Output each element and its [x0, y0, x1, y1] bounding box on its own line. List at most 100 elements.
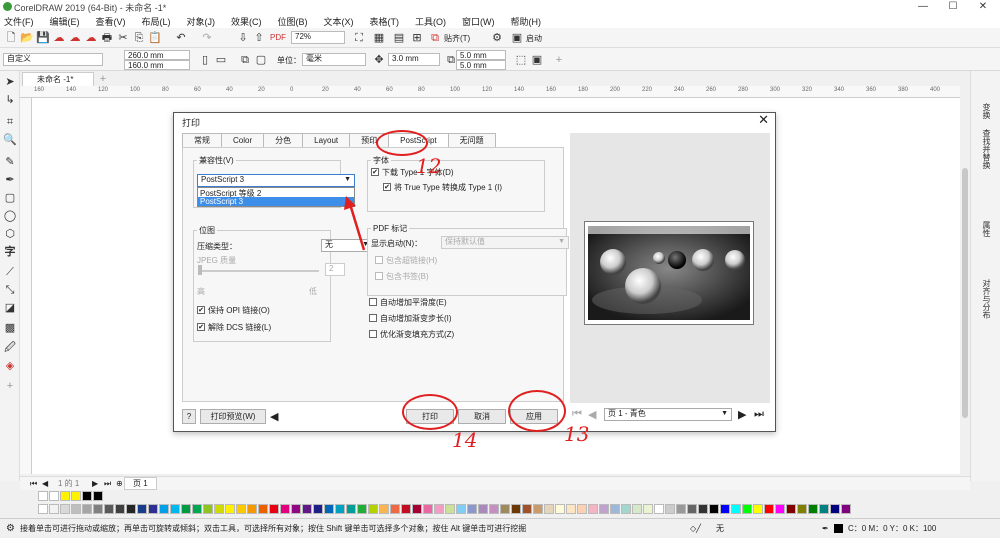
color-swatch[interactable] [368, 504, 378, 514]
color-swatch[interactable] [324, 504, 334, 514]
print-icon[interactable]: 🖶 [100, 31, 114, 45]
landscape-icon[interactable]: ▭ [214, 53, 228, 67]
color-swatch[interactable] [456, 504, 466, 514]
first-page-icon[interactable]: ⏮ [572, 408, 582, 421]
artistic-media-icon[interactable]: ✒ [3, 173, 17, 187]
auto-flatness-checkbox[interactable] [369, 298, 377, 306]
color-swatch[interactable] [566, 504, 576, 514]
color-swatch[interactable] [38, 504, 48, 514]
preview-page-select[interactable]: 页 1 - 青色 ▼ [604, 408, 732, 421]
color-swatch[interactable] [533, 504, 543, 514]
docker-tab-find-replace[interactable]: 查找并替换 [981, 129, 992, 169]
transparency-icon[interactable]: ▩ [3, 321, 17, 335]
color-swatch[interactable] [555, 504, 565, 514]
color-swatch[interactable] [104, 504, 114, 514]
menu-layout[interactable]: 布局(L) [142, 15, 171, 28]
menu-effects[interactable]: 效果(C) [231, 15, 262, 28]
color-swatch[interactable] [643, 504, 653, 514]
include-hyperlinks-checkbox[interactable] [375, 256, 383, 264]
color-swatch[interactable] [808, 504, 818, 514]
rulers-icon[interactable]: ▦ [372, 31, 386, 45]
color-swatch[interactable] [841, 504, 851, 514]
color-swatch[interactable] [214, 504, 224, 514]
color-swatch[interactable] [544, 504, 554, 514]
add-tool-icon[interactable]: + [3, 379, 17, 393]
color-swatch[interactable] [71, 504, 81, 514]
color-swatch[interactable] [753, 504, 763, 514]
zoom-tool-icon[interactable]: 🔍 [3, 133, 17, 147]
drop-shadow-icon[interactable]: ◪ [3, 301, 17, 315]
color-swatch[interactable] [489, 504, 499, 514]
launch-icon[interactable]: ▣ [510, 31, 524, 45]
shape-tool-icon[interactable]: ↳ [3, 93, 17, 107]
minimize-button[interactable]: — [908, 0, 938, 14]
ellipse-tool-icon[interactable]: ◯ [3, 209, 17, 223]
color-swatch[interactable] [478, 504, 488, 514]
color-swatch[interactable] [786, 504, 796, 514]
color-swatch[interactable] [82, 504, 92, 514]
color-swatch[interactable] [819, 504, 829, 514]
color-swatch[interactable] [181, 504, 191, 514]
rectangle-tool-icon[interactable]: ▢ [3, 191, 17, 205]
page-width-field[interactable]: 260.0 mm [124, 50, 190, 60]
auto-fountain-checkbox[interactable] [369, 314, 377, 322]
color-swatch[interactable] [335, 504, 345, 514]
menu-bitmaps[interactable]: 位图(B) [278, 15, 308, 28]
color-swatch[interactable] [236, 504, 246, 514]
color-swatch[interactable] [269, 504, 279, 514]
export-icon[interactable]: ⇧ [252, 31, 266, 45]
first-page-icon[interactable]: ⏮ [30, 477, 37, 491]
color-swatch[interactable] [445, 504, 455, 514]
current-page-icon[interactable]: ▢ [254, 53, 268, 67]
download-type1-checkbox[interactable]: ✔ [371, 168, 379, 176]
page-preset-select[interactable]: 自定义 [3, 53, 103, 66]
color-swatch[interactable] [632, 504, 642, 514]
save-icon[interactable]: 💾 [36, 31, 50, 45]
cloud-icon[interactable]: ☁ [52, 31, 66, 45]
snap-options-icon[interactable]: ▣ [530, 53, 544, 67]
cloud-download-icon[interactable]: ☁ [84, 31, 98, 45]
page-tab[interactable]: 页 1 [124, 477, 157, 490]
eyedropper-icon[interactable]: 🖉 [3, 341, 17, 355]
pdf-icon[interactable]: PDF [270, 31, 286, 45]
color-swatch[interactable] [676, 504, 686, 514]
dialog-close-button[interactable]: ✕ [758, 113, 769, 127]
help-button[interactable]: ? [182, 409, 196, 424]
vertical-scrollbar[interactable] [960, 98, 970, 474]
color-swatch[interactable] [203, 504, 213, 514]
maximize-button[interactable]: ☐ [938, 0, 968, 14]
grid-icon[interactable]: ▤ [392, 31, 406, 45]
color-swatch[interactable] [423, 504, 433, 514]
color-swatch[interactable] [126, 504, 136, 514]
tab-issues[interactable]: 无问题 [447, 133, 496, 147]
include-bookmarks-checkbox[interactable] [375, 272, 383, 280]
menu-text[interactable]: 文本(X) [324, 15, 354, 28]
nudge-distance-field[interactable]: 3.0 mm [388, 53, 440, 66]
color-swatch[interactable] [610, 504, 620, 514]
color-swatch[interactable] [60, 504, 70, 514]
full-screen-icon[interactable]: ⛶ [352, 31, 366, 45]
add-icon[interactable]: + [552, 53, 566, 67]
color-swatch[interactable] [280, 504, 290, 514]
color-swatch[interactable] [830, 504, 840, 514]
interactive-fill-icon[interactable]: ◈ [3, 359, 17, 373]
color-swatch[interactable] [170, 504, 180, 514]
quality-slider-thumb[interactable] [198, 265, 202, 275]
last-page-icon[interactable]: ⏭ [754, 408, 764, 421]
color-swatch[interactable] [49, 504, 59, 514]
snap-to-label[interactable]: 贴齐(T) [444, 33, 470, 44]
color-swatch[interactable] [709, 504, 719, 514]
menu-file[interactable]: 文件(F) [4, 15, 34, 28]
text-tool-icon[interactable]: 字 [3, 245, 17, 259]
resolve-dcs-checkbox[interactable]: ✔ [197, 323, 205, 331]
color-swatch[interactable] [720, 504, 730, 514]
tab-separations[interactable]: 分色 [263, 133, 304, 147]
print-preview-button[interactable]: 打印预览(W) [200, 409, 266, 424]
color-swatch[interactable] [115, 504, 125, 514]
color-swatch[interactable] [313, 504, 323, 514]
color-swatch[interactable] [797, 504, 807, 514]
undo-icon[interactable]: ↶ [174, 31, 188, 45]
color-swatch[interactable] [588, 504, 598, 514]
paste-icon[interactable]: 📋 [148, 31, 162, 45]
add-page-icon[interactable]: ⊕ [116, 477, 123, 491]
